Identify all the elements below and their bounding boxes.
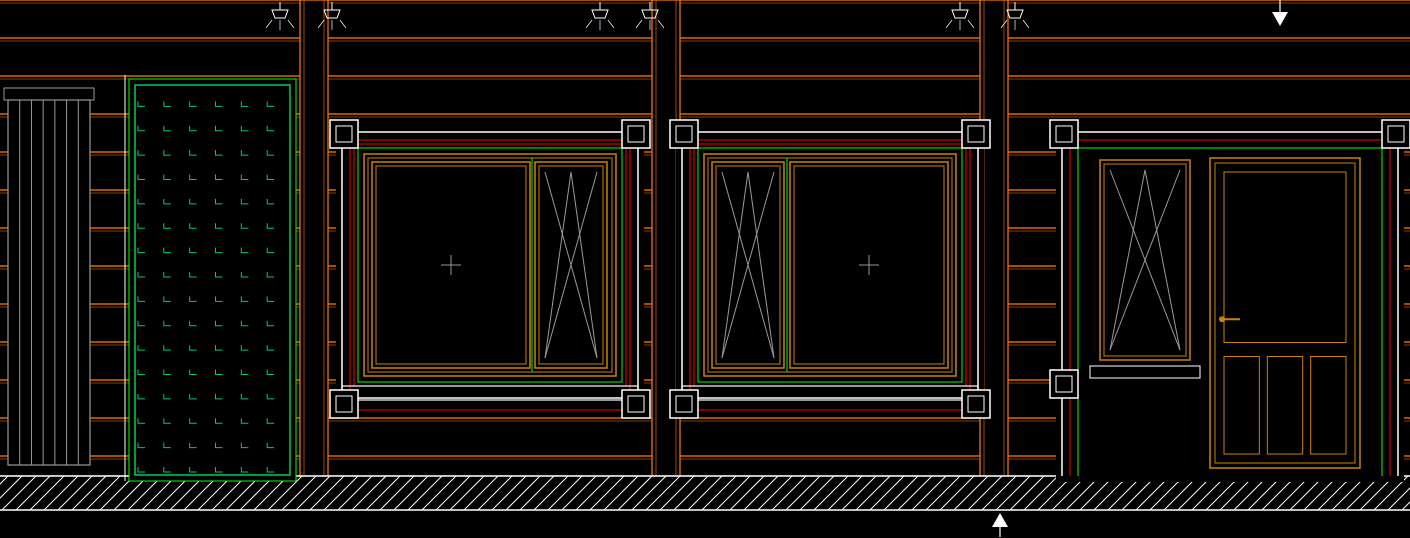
window-2 bbox=[670, 120, 990, 418]
chimney-block bbox=[125, 75, 296, 481]
window-1 bbox=[330, 120, 650, 418]
cad-elevation-drawing bbox=[0, 0, 1410, 538]
door-unit bbox=[1050, 120, 1410, 482]
side-panel bbox=[4, 88, 94, 465]
ceiling-lamps bbox=[266, 2, 1029, 30]
